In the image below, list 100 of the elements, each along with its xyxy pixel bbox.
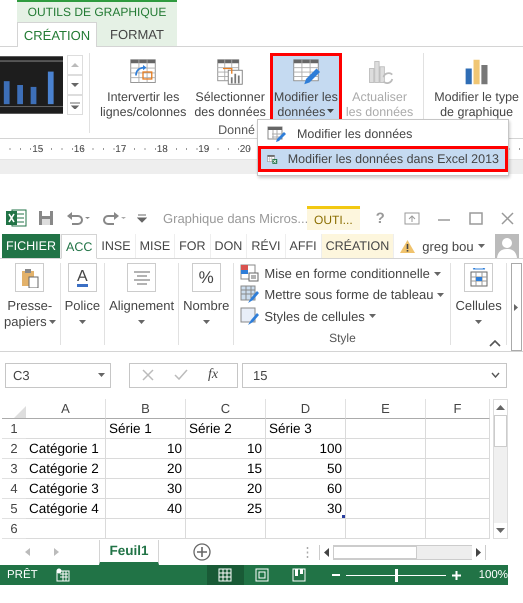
right-icon (476, 548, 481, 556)
table-cell (426, 419, 490, 439)
ribbon-button[interactable]: Presse- papiers (4, 263, 56, 330)
row-header[interactable]: 4 (2, 479, 26, 499)
zoom-level[interactable]: 100% (478, 569, 508, 581)
page-break-icon (292, 568, 306, 582)
ruler-number: 20 (238, 144, 252, 154)
table-cell (426, 459, 490, 479)
table-cell: 30 (266, 499, 346, 519)
table-cell (426, 519, 490, 539)
insert-function-button[interactable]: fx (208, 367, 218, 383)
ruler-number: 17 (114, 144, 128, 154)
caret-icon (434, 272, 441, 276)
ribbon-button[interactable]: % Nombre (183, 263, 230, 330)
caret-icon (48, 320, 56, 324)
table-cell: 15 (186, 459, 266, 479)
check-icon[interactable] (174, 369, 188, 381)
ribbon-display-icon[interactable] (402, 210, 421, 226)
scroll-up-button[interactable] (494, 400, 507, 415)
formula-field[interactable]: 15 (242, 362, 507, 388)
name-box[interactable]: C3 (5, 362, 111, 388)
excel-logo-icon[interactable] (5, 208, 27, 228)
table-cell: 20 (106, 459, 186, 479)
column-header[interactable]: D (266, 399, 346, 419)
chart-style-thumbnail[interactable] (0, 55, 64, 115)
view-button[interactable] (206, 565, 244, 585)
column-header[interactable]: E (346, 399, 426, 419)
down-icon (496, 528, 505, 533)
zoom-out-icon[interactable] (332, 571, 340, 579)
horizontal-scrollbar[interactable] (319, 544, 486, 560)
scroll-down-icon[interactable] (70, 82, 80, 88)
ribbon-tab[interactable]: CRÉATION (322, 234, 394, 258)
zoom-in-icon[interactable] (452, 570, 461, 580)
column-header[interactable]: A (26, 399, 106, 419)
sheet-tab[interactable]: Feuil1 (99, 540, 159, 564)
left-icon (324, 548, 329, 556)
column-header[interactable]: B (106, 399, 186, 419)
clipboard-icon (20, 268, 40, 288)
row-header[interactable]: 6 (2, 519, 26, 539)
cell-style-icon (240, 306, 260, 326)
collapse-ribbon-icon[interactable] (489, 340, 501, 347)
ribbon-button[interactable]: Cellules (455, 263, 502, 330)
row-header[interactable]: 1 (2, 419, 26, 439)
table-cell: 40 (106, 499, 186, 519)
context-tab-label: OUTI... (307, 206, 360, 230)
more-icon[interactable] (70, 102, 80, 108)
undo-icon[interactable] (65, 209, 91, 227)
column-header[interactable]: C (186, 399, 266, 419)
style-menu-button[interactable]: Mise en forme conditionnelle (240, 263, 444, 284)
table-cell: Série 3 (266, 419, 346, 439)
ruler-number: 15 (31, 144, 44, 154)
table-cell: Catégorie 1 (26, 439, 106, 459)
ribbon-button[interactable]: Intervertir les lignes/colonnes (96, 53, 190, 125)
row-header[interactable]: 5 (2, 499, 26, 519)
ribbon-tab[interactable]: FICHIER (2, 234, 61, 258)
scroll-thumb[interactable] (494, 415, 507, 447)
caret-icon (202, 320, 210, 324)
table-cell: Série 2 (186, 419, 266, 439)
ribbon-tab[interactable]: FORMAT (97, 22, 177, 46)
table-cell: 50 (266, 459, 346, 479)
scroll-down-button[interactable] (494, 523, 507, 538)
table-cell: 30 (106, 479, 186, 499)
row-header[interactable]: 3 (2, 459, 26, 479)
ribbon-button[interactable]: Alignement (109, 263, 174, 330)
table-cell: 60 (266, 479, 346, 499)
warning-icon (399, 238, 416, 254)
group-label: Style (328, 330, 357, 345)
ribbon-button[interactable]: Modifier le type de graphique (430, 53, 523, 125)
table-cell (426, 439, 490, 459)
row-header[interactable]: 2 (2, 439, 26, 459)
caret-icon (78, 320, 86, 324)
maximize-icon[interactable] (466, 210, 485, 226)
group-label: Donné (218, 123, 255, 137)
user-name[interactable]: greg bou (422, 238, 474, 254)
table-cell: 10 (106, 439, 186, 459)
menu-item[interactable]: Modifier les données (258, 123, 508, 145)
macro-recording-icon[interactable] (56, 568, 70, 582)
ribbon-tab[interactable]: ACC (61, 234, 98, 259)
table-cell: 25 (186, 499, 266, 519)
page-layout-icon (255, 568, 270, 582)
column-header[interactable]: F (426, 399, 490, 419)
up-icon (496, 405, 505, 410)
menu-item[interactable]: Modifier les données dans Excel 2013 (258, 146, 508, 172)
percent-icon: % (198, 270, 214, 286)
table-cell: 100 (266, 439, 346, 459)
save-icon[interactable] (37, 209, 55, 227)
table-cell (426, 479, 490, 499)
ribbon-tab[interactable]: CRÉATION (17, 22, 97, 47)
scroll-thumb[interactable] (333, 546, 417, 558)
slider-thumb[interactable] (394, 568, 398, 582)
cells-icon (468, 268, 489, 288)
style-menu-button[interactable]: Styles de cellules (240, 306, 444, 327)
table-cell: Catégorie 4 (26, 499, 106, 519)
ribbon-button[interactable]: A Police (64, 263, 100, 330)
style-menu-button[interactable]: Mettre sous forme de tableau (240, 284, 444, 306)
redo-icon[interactable] (101, 209, 127, 227)
caret-icon (98, 373, 105, 377)
context-tab-label: OUTILS DE GRAPHIQUE (17, 0, 177, 22)
caret-icon (138, 320, 146, 324)
add-sheet-icon[interactable] (193, 543, 211, 561)
